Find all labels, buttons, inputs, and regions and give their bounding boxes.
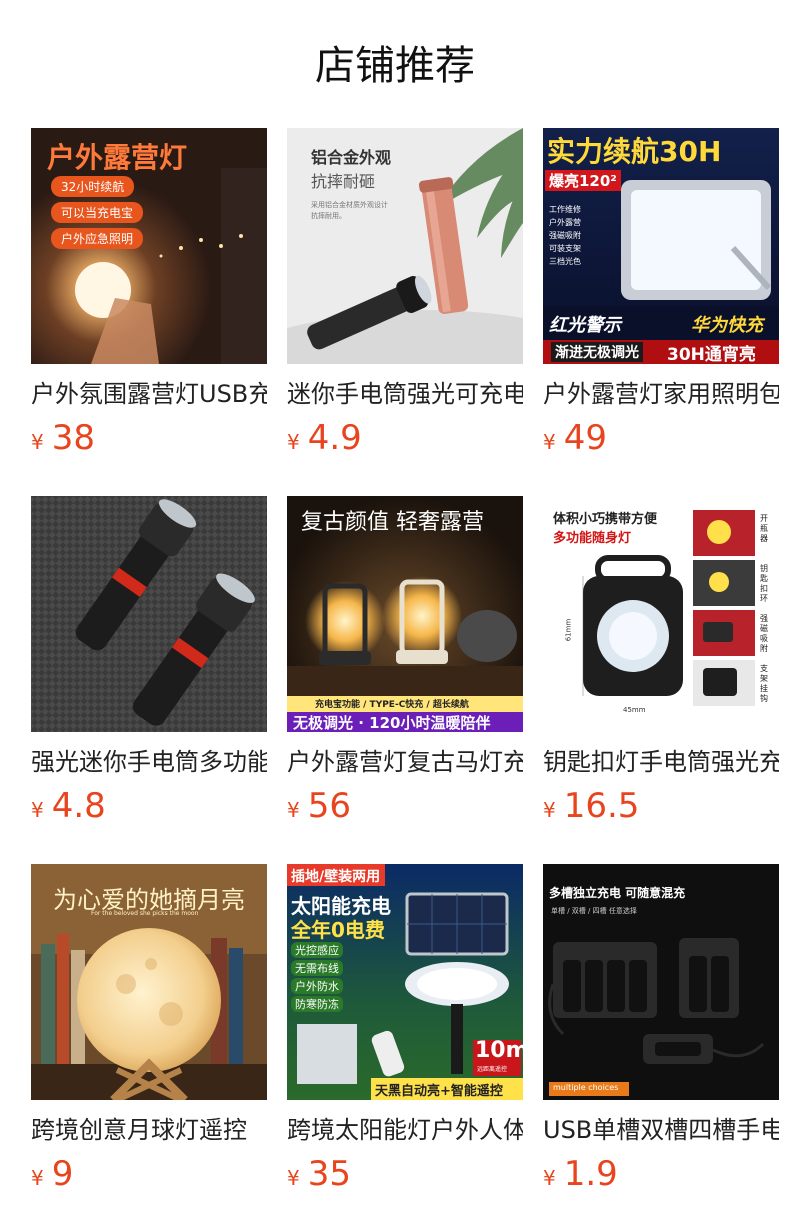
product-image[interactable]: 实力续航30H 爆亮120² 工作维修 户外露营 强磁吸附 可装支架 三档光色 …	[543, 128, 779, 364]
product-price: ¥35	[287, 1154, 523, 1200]
image-strip: 充电宝功能 / TYPE-C快充 / 超长续航	[315, 700, 469, 710]
product-price: ¥9	[31, 1154, 267, 1200]
product-image[interactable]: 为心爱的她摘月亮 For the beloved she picks the m…	[31, 864, 267, 1100]
image-footer: 30H通宵亮	[667, 345, 756, 364]
image-headline: 全年0电费	[291, 918, 385, 942]
price-value: 1.9	[563, 1154, 618, 1194]
product-title[interactable]: 跨境创意月球灯遥控	[31, 1114, 267, 1146]
product-title[interactable]: USB单槽双槽四槽手电筒充电器	[543, 1114, 779, 1146]
image-footer: 无极调光 · 120小时温暖陪伴	[293, 714, 491, 732]
image-feature: 可装支架	[549, 244, 581, 253]
product-price: ¥16.5	[543, 786, 779, 832]
product-image[interactable]: 户外露营灯 32小时续航 可以当充电宝 户外应急照明	[31, 128, 267, 364]
product-card[interactable]: 多槽独立充电 可随意混充 单槽 / 双槽 / 四槽 任意选择 multiple …	[543, 864, 779, 1200]
image-feature: 工作维修	[549, 205, 581, 214]
product-price: ¥56	[287, 786, 523, 832]
product-price: ¥4.9	[287, 418, 523, 464]
image-badge: 爆亮120²	[545, 170, 621, 191]
product-card[interactable]: 户外露营灯 32小时续航 可以当充电宝 户外应急照明 户外氛围露营灯USB充电 …	[31, 128, 267, 464]
image-headline: 铝合金外观	[311, 148, 392, 167]
product-card[interactable]: 强光迷你手电筒多功能 ¥4.8	[31, 496, 267, 832]
image-subheadline: 抗摔耐砸	[311, 172, 376, 191]
image-feature: 户外露营	[549, 218, 581, 227]
image-range-value: 10m	[475, 1038, 523, 1063]
image-tag: 可以当充电宝	[51, 202, 144, 223]
image-feature: 防寒防冻	[291, 996, 343, 1012]
image-footer: 渐进无极调光	[551, 342, 643, 362]
price-value: 56	[307, 786, 351, 826]
image-feature: 强磁吸附	[549, 231, 581, 240]
image-feature: 户外防水	[291, 978, 343, 994]
product-image[interactable]: 多槽独立充电 可随意混充 单槽 / 双槽 / 四槽 任意选择 multiple …	[543, 864, 779, 1100]
image-subheadline: 单槽 / 双槽 / 四槽 任意选择	[551, 907, 637, 915]
price-value: 16.5	[563, 786, 640, 826]
image-dimension: 61mm	[564, 618, 573, 642]
product-card[interactable]: 体积小巧携带方便 多功能随身灯 61mm 45mm 开瓶器 钥匙扣环 强磁吸附 …	[543, 496, 779, 832]
image-headline: 多槽独立充电 可随意混充	[549, 886, 686, 900]
image-dimension: 45mm	[623, 706, 646, 714]
image-side-label: 支架挂钩	[760, 664, 768, 703]
product-image[interactable]: 复古颜值 轻奢露营 充电宝功能 / TYPE-C快充 / 超长续航 无极调光 ·…	[287, 496, 523, 732]
image-headline: 复古颜值 轻奢露营	[301, 510, 484, 535]
price-value: 4.8	[51, 786, 106, 826]
currency-symbol: ¥	[31, 798, 44, 822]
product-grid: 户外露营灯 32小时续航 可以当充电宝 户外应急照明 户外氛围露营灯USB充电 …	[0, 0, 790, 1232]
currency-symbol: ¥	[543, 430, 556, 454]
image-headline: 户外露营灯	[47, 141, 188, 174]
product-image[interactable]	[31, 496, 267, 732]
image-tag: 红光警示	[549, 315, 621, 336]
product-card[interactable]: 插地/壁装两用 太阳能充电 全年0电费 光控感应 无需布线 户外防水 防寒防冻 …	[287, 864, 523, 1200]
currency-symbol: ¥	[287, 1166, 300, 1190]
image-side-label: 开瓶器	[760, 514, 768, 543]
image-footer: multiple choices	[553, 1083, 619, 1092]
currency-symbol: ¥	[31, 430, 44, 454]
product-title[interactable]: 户外露营灯家用照明包邮	[543, 378, 779, 410]
product-title[interactable]: 户外氛围露营灯USB充电	[31, 378, 267, 410]
image-side-label: 钥匙扣环	[760, 564, 768, 603]
product-price: ¥1.9	[543, 1154, 779, 1200]
image-tag: 户外应急照明	[51, 228, 144, 249]
currency-symbol: ¥	[31, 1166, 44, 1190]
currency-symbol: ¥	[543, 798, 556, 822]
image-note: 抗摔耐用。	[311, 212, 346, 220]
currency-symbol: ¥	[543, 1166, 556, 1190]
product-card[interactable]: 复古颜值 轻奢露营 充电宝功能 / TYPE-C快充 / 超长续航 无极调光 ·…	[287, 496, 523, 832]
image-note: 采用铝合金材质外观设计	[311, 201, 388, 209]
product-image[interactable]: 铝合金外观 抗摔耐砸 采用铝合金材质外观设计 抗摔耐用。	[287, 128, 523, 364]
image-feature: 无需布线	[291, 960, 343, 976]
product-title[interactable]: 强光迷你手电筒多功能	[31, 746, 267, 778]
product-card[interactable]: 实力续航30H 爆亮120² 工作维修 户外露营 强磁吸附 可装支架 三档光色 …	[543, 128, 779, 464]
image-headline: 实力续航30H	[547, 135, 722, 168]
product-card[interactable]: 为心爱的她摘月亮 For the beloved she picks the m…	[31, 864, 267, 1200]
price-value: 35	[307, 1154, 351, 1194]
product-price: ¥38	[31, 418, 267, 464]
product-title[interactable]: 钥匙扣灯手电筒强光充电	[543, 746, 779, 778]
image-footer: 天黑自动亮+智能遥控	[375, 1084, 503, 1099]
product-title[interactable]: 跨境太阳能灯户外人体感应	[287, 1114, 523, 1146]
image-feature: 三档光色	[549, 257, 581, 266]
price-value: 38	[51, 418, 95, 458]
product-title[interactable]: 户外露营灯复古马灯充电	[287, 746, 523, 778]
image-headline: 体积小巧携带方便	[553, 512, 658, 527]
price-value: 4.9	[307, 418, 362, 458]
product-price: ¥4.8	[31, 786, 267, 832]
image-side-label: 强磁吸附	[760, 614, 768, 653]
product-price: ¥49	[543, 418, 779, 464]
product-title[interactable]: 迷你手电筒强光可充电	[287, 378, 523, 410]
product-image[interactable]: 插地/壁装两用 太阳能充电 全年0电费 光控感应 无需布线 户外防水 防寒防冻 …	[287, 864, 523, 1100]
currency-symbol: ¥	[287, 798, 300, 822]
image-tag: 32小时续航	[51, 176, 135, 197]
image-subheadline: For the beloved she picks the moon	[91, 910, 199, 917]
product-card[interactable]: 铝合金外观 抗摔耐砸 采用铝合金材质外观设计 抗摔耐用。 迷你手电筒强光可充电 …	[287, 128, 523, 464]
price-value: 9	[51, 1154, 74, 1194]
image-top-tag: 插地/壁装两用	[291, 869, 381, 885]
image-feature: 光控感应	[291, 942, 343, 958]
price-value: 49	[563, 418, 607, 458]
image-range-label: 远距离遥控	[477, 1066, 508, 1073]
image-tag: 华为快充	[691, 315, 763, 336]
currency-symbol: ¥	[287, 430, 300, 454]
image-headline: 多功能随身灯	[553, 531, 632, 546]
product-image[interactable]: 体积小巧携带方便 多功能随身灯 61mm 45mm 开瓶器 钥匙扣环 强磁吸附 …	[543, 496, 779, 732]
